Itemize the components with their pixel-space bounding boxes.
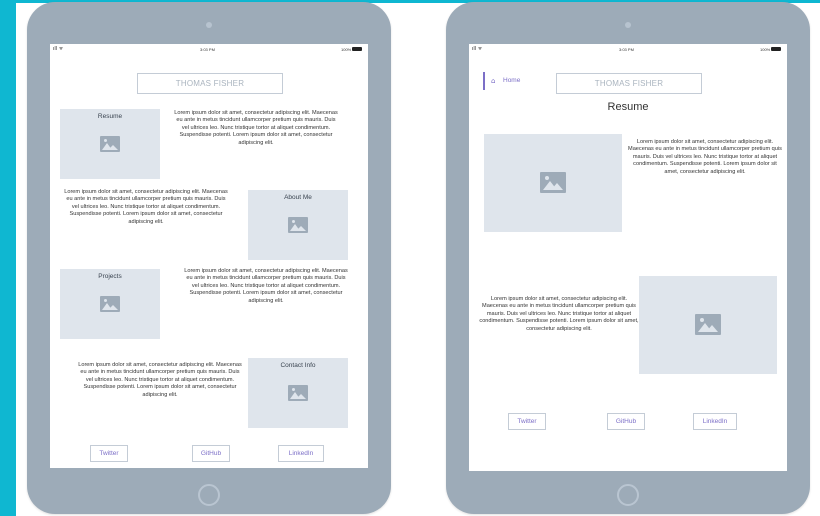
name-header: THOMAS FISHER xyxy=(137,73,283,94)
status-battery-text: 100% xyxy=(341,47,352,52)
page-title: Resume xyxy=(607,101,649,113)
contact-text: Lorem ipsum dolor sit amet, consectetur … xyxy=(78,362,242,398)
name-header: THOMAS FISHER xyxy=(556,73,702,94)
linkedin-link[interactable]: LinkedIn xyxy=(693,413,737,430)
image-icon xyxy=(288,385,308,401)
resume-image-2 xyxy=(639,276,777,374)
home-nav-label: Home xyxy=(503,77,521,84)
twitter-link[interactable]: Twitter xyxy=(508,413,546,430)
projects-text: Lorem ipsum dolor sit amet, consectetur … xyxy=(184,268,348,304)
linkedin-link[interactable]: LinkedIn xyxy=(278,445,324,462)
right-screen: ıll ᯤ 3:03 PM 100% ⌂ Home THOMAS FISHER … xyxy=(469,44,787,471)
resume-card[interactable]: Resume xyxy=(60,109,160,179)
camera xyxy=(625,22,631,28)
github-link[interactable]: GitHub xyxy=(607,413,645,430)
frame-border-left xyxy=(0,0,16,516)
tablet-home-button[interactable] xyxy=(198,484,220,506)
battery-icon xyxy=(352,47,362,51)
resume-text: Lorem ipsum dolor sit amet, consectetur … xyxy=(174,110,338,146)
resume-paragraph-1: Lorem ipsum dolor sit amet, consectetur … xyxy=(628,139,782,175)
left-screen: ıll ᯤ 3:03 PM 100% THOMAS FISHER Resume … xyxy=(50,44,368,468)
resume-paragraph-2: Lorem ipsum dolor sit amet, consectetur … xyxy=(479,296,639,332)
camera xyxy=(206,22,212,28)
resume-image xyxy=(484,134,622,232)
battery-icon xyxy=(771,47,781,51)
twitter-link[interactable]: Twitter xyxy=(90,445,128,462)
signal-status: ıll ᯤ xyxy=(472,46,483,52)
github-link[interactable]: GitHub xyxy=(192,445,230,462)
contact-info-card-label: Contact Info xyxy=(280,362,316,369)
home-nav-indicator xyxy=(483,72,485,90)
home-icon: ⌂ xyxy=(491,77,496,85)
status-time: 3:03 PM xyxy=(200,47,215,52)
about-me-card[interactable]: About Me xyxy=(248,190,348,260)
image-icon xyxy=(100,136,120,152)
status-battery-text: 100% xyxy=(760,47,771,52)
image-icon xyxy=(540,172,566,193)
contact-info-card[interactable]: Contact Info xyxy=(248,358,348,428)
signal-status: ıll ᯤ xyxy=(53,46,64,52)
home-nav-link[interactable]: ⌂ Home xyxy=(483,72,543,90)
about-text: Lorem ipsum dolor sit amet, consectetur … xyxy=(64,189,228,225)
projects-card[interactable]: Projects xyxy=(60,269,160,339)
status-time: 3:03 PM xyxy=(619,47,634,52)
projects-card-label: Projects xyxy=(98,273,122,280)
about-me-card-label: About Me xyxy=(284,194,312,201)
tablet-home-button[interactable] xyxy=(617,484,639,506)
image-icon xyxy=(695,314,721,335)
resume-card-label: Resume xyxy=(97,113,123,120)
image-icon xyxy=(100,296,120,312)
image-icon xyxy=(288,217,308,233)
